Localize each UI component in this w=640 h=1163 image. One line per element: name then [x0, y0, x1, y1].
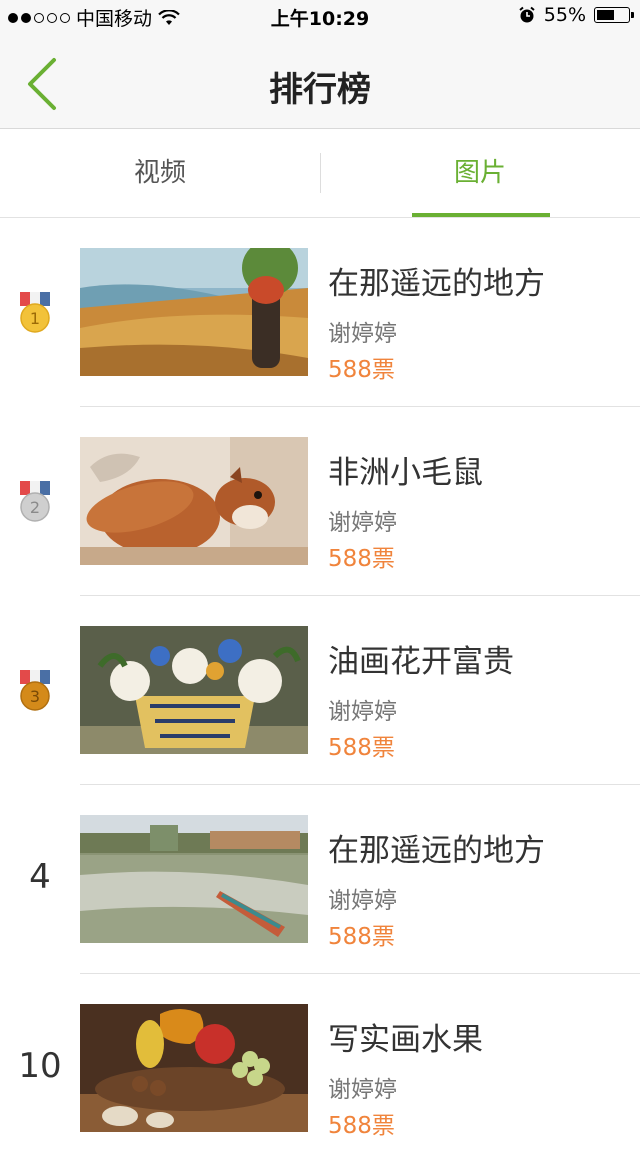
svg-text:1: 1	[30, 309, 40, 328]
item-author: 谢婷婷	[328, 1077, 397, 1103]
thumbnail-image[interactable]	[80, 437, 308, 565]
thumbnail-image[interactable]	[80, 1004, 308, 1132]
ranking-list: 1 在那遥远的地方 谢婷婷 588票 2 非洲小毛鼠 谢婷婷 588票 3 油画…	[0, 218, 640, 1163]
battery-percent: 55%	[543, 4, 586, 26]
list-item[interactable]: 1 在那遥远的地方 谢婷婷 588票	[0, 218, 640, 407]
item-title: 在那遥远的地方	[328, 266, 545, 302]
segmented-tabs: 视频 图片	[0, 129, 640, 218]
item-author: 谢婷婷	[328, 510, 397, 536]
item-votes: 588票	[328, 357, 395, 383]
rank-area: 2	[0, 407, 80, 596]
item-votes: 588票	[328, 546, 395, 572]
list-item[interactable]: 3 油画花开富贵 谢婷婷 588票	[0, 596, 640, 785]
alarm-icon	[519, 6, 535, 23]
rank-area: 10	[0, 974, 80, 1163]
rank-area: 4	[0, 785, 80, 974]
item-title: 在那遥远的地方	[328, 833, 545, 869]
thumbnail-image[interactable]	[80, 248, 308, 376]
item-title: 非洲小毛鼠	[328, 455, 483, 491]
status-bar: 中国移动 上午10:29 55%	[0, 0, 640, 32]
status-right: 55%	[518, 4, 634, 26]
item-author: 谢婷婷	[328, 321, 397, 347]
svg-text:3: 3	[30, 687, 40, 706]
navigation-bar: 排行榜	[0, 32, 640, 129]
item-author: 谢婷婷	[328, 888, 397, 914]
rank-area: 3	[0, 596, 80, 785]
list-item[interactable]: 4 在那遥远的地方 谢婷婷 588票	[0, 785, 640, 974]
item-title: 写实画水果	[328, 1022, 483, 1058]
tab-photo[interactable]: 图片	[320, 129, 640, 217]
page-title: 排行榜	[269, 70, 371, 110]
gold-medal-icon: 1	[20, 292, 50, 333]
silver-medal-icon: 2	[20, 481, 50, 522]
rank-number: 10	[18, 1046, 62, 1086]
item-votes: 588票	[328, 924, 395, 950]
item-votes: 588票	[328, 1113, 395, 1139]
list-item[interactable]: 10 写实画水果 谢婷婷 588票	[0, 974, 640, 1163]
tab-video[interactable]: 视频	[0, 129, 320, 217]
item-votes: 588票	[328, 735, 395, 761]
battery-icon	[594, 7, 634, 23]
bronze-medal-icon: 3	[20, 670, 50, 711]
rank-number: 4	[29, 857, 51, 897]
rank-area: 1	[0, 218, 80, 407]
list-item[interactable]: 2 非洲小毛鼠 谢婷婷 588票	[0, 407, 640, 596]
thumbnail-image[interactable]	[80, 626, 308, 754]
item-author: 谢婷婷	[328, 699, 397, 725]
item-title: 油画花开富贵	[328, 644, 514, 680]
active-tab-indicator	[412, 213, 550, 217]
thumbnail-image[interactable]	[80, 815, 308, 943]
svg-text:2: 2	[30, 498, 40, 517]
